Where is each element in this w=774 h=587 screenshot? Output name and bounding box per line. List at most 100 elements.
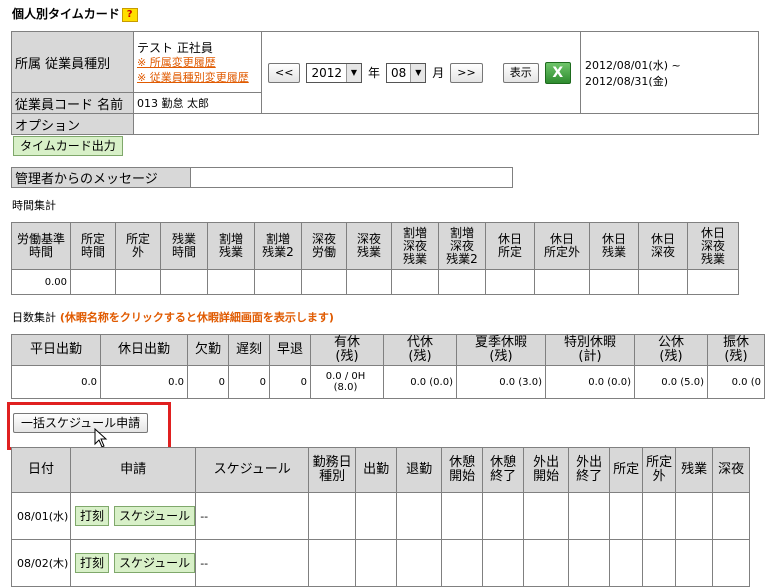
next-month-button[interactable]: >> bbox=[450, 62, 483, 83]
time-header-13: 休日 深夜 bbox=[638, 222, 688, 270]
schedule-cell bbox=[308, 492, 357, 540]
month-select[interactable]: 08 ▼ bbox=[386, 62, 427, 83]
day-value-8: 0.0 (0.0) bbox=[545, 365, 635, 399]
schedule-header-5: 退勤 bbox=[396, 447, 443, 493]
time-header-5: 割増 残業2 bbox=[254, 222, 302, 270]
type-history-link[interactable]: ※ 従業員種別変更履歴 bbox=[137, 70, 261, 85]
day-value-4: 0 bbox=[269, 365, 311, 399]
schedule-cell bbox=[396, 539, 443, 587]
schedule-header-8: 外出 開始 bbox=[523, 447, 570, 493]
schedule-cell bbox=[441, 492, 484, 540]
dept-cell: テスト 正社員 ※ 所属変更履歴 ※ 従業員種別変更履歴 bbox=[133, 31, 262, 93]
employee-header-table: 所属 従業員種別 テスト 正社員 ※ 所属変更履歴 ※ 従業員種別変更履歴 <<… bbox=[11, 31, 759, 135]
time-header-12: 休日 残業 bbox=[589, 222, 639, 270]
day-header-7[interactable]: 夏季休暇 (残) bbox=[456, 334, 546, 366]
schedule-cell bbox=[609, 492, 644, 540]
time-header-4: 割増 残業 bbox=[207, 222, 255, 270]
option-value bbox=[133, 113, 759, 135]
period-text: 2012/08/01(水) ~ 2012/08/31(金) bbox=[580, 31, 759, 114]
excel-icon[interactable]: X bbox=[544, 61, 571, 84]
schedule-cell bbox=[568, 539, 611, 587]
stamp-button[interactable]: 打刻 bbox=[75, 553, 110, 573]
month-nav: << 2012 ▼ 年 08 ▼ 月 >> 表示 X bbox=[268, 61, 571, 84]
option-label: オプション bbox=[11, 113, 134, 135]
time-value-2 bbox=[115, 269, 161, 295]
day-header-10[interactable]: 振休 (残) bbox=[707, 334, 765, 366]
day-summary-title: 日数集計 bbox=[12, 311, 56, 324]
schedule-cell bbox=[396, 492, 443, 540]
day-header-8[interactable]: 特別休暇 (計) bbox=[545, 334, 635, 366]
schedule-date: 08/01(水) bbox=[11, 492, 71, 540]
time-value-10 bbox=[485, 269, 535, 295]
time-summary-table: 労働基準 時間 所定 時間 所定 外残業 時間 割増 残業 割増 残業2 深夜 労働 深夜 … bbox=[11, 222, 739, 295]
time-value-1 bbox=[70, 269, 116, 295]
time-value-11 bbox=[534, 269, 590, 295]
time-header-11: 休日 所定外 bbox=[534, 222, 590, 270]
schedule-header-12: 残業 bbox=[675, 447, 714, 493]
day-value-2: 0 bbox=[187, 365, 229, 399]
schedule-cell bbox=[642, 539, 677, 587]
time-value-8 bbox=[391, 269, 439, 295]
time-value-12 bbox=[589, 269, 639, 295]
day-header-6[interactable]: 代休 (残) bbox=[383, 334, 457, 366]
year-select[interactable]: 2012 ▼ bbox=[306, 62, 362, 83]
time-header-7: 深夜 残業 bbox=[346, 222, 392, 270]
schedule-cell bbox=[675, 492, 714, 540]
schedule-header-9: 外出 終了 bbox=[568, 447, 611, 493]
prev-month-button[interactable]: << bbox=[268, 62, 301, 83]
time-value-14 bbox=[687, 269, 739, 295]
show-button[interactable]: 表示 bbox=[502, 62, 539, 83]
time-value-4 bbox=[207, 269, 255, 295]
schedule-header-0: 日付 bbox=[11, 447, 71, 493]
day-value-3: 0 bbox=[228, 365, 270, 399]
schedule-cell bbox=[609, 539, 644, 587]
schedule-button[interactable]: スケジュール bbox=[114, 553, 196, 573]
schedule-cell bbox=[675, 539, 714, 587]
time-header-10: 休日 所定 bbox=[485, 222, 535, 270]
schedule-header-2: スケジュール bbox=[195, 447, 310, 493]
page-title-text: 個人別タイムカード bbox=[12, 7, 120, 21]
schedule-header-1: 申請 bbox=[69, 447, 197, 493]
time-header-9: 割増 深夜 残業2 bbox=[438, 222, 486, 270]
message-value bbox=[190, 167, 513, 188]
day-summary-heading: 日数集計 (休暇名称をクリックすると休暇詳細画面を表示します) bbox=[12, 309, 334, 325]
schedule-cell bbox=[308, 539, 357, 587]
schedule-header-11: 所定 外 bbox=[642, 447, 677, 493]
schedule-cell bbox=[642, 492, 677, 540]
day-header-9[interactable]: 公休 (残) bbox=[634, 334, 708, 366]
month-value: 08 bbox=[391, 65, 407, 80]
schedule-header-4: 出勤 bbox=[355, 447, 398, 493]
day-value-9: 0.0 (5.0) bbox=[634, 365, 708, 399]
bulk-schedule-request-button[interactable]: 一括スケジュール申請 bbox=[13, 413, 149, 433]
year-value: 2012 bbox=[311, 65, 342, 80]
time-value-7 bbox=[346, 269, 392, 295]
day-value-5: 0.0 / 0H (8.0) bbox=[310, 365, 384, 399]
time-header-2: 所定 外 bbox=[115, 222, 161, 270]
help-icon[interactable]: ? bbox=[121, 8, 138, 22]
time-summary-title: 時間集計 bbox=[12, 199, 56, 212]
emp-value: 013 勤怠 太郎 bbox=[133, 92, 262, 114]
time-value-5 bbox=[254, 269, 302, 295]
schedule-request-cell: 打刻 スケジュール bbox=[69, 539, 197, 587]
dept-label: 所属 従業員種別 bbox=[11, 31, 134, 93]
day-header-2: 欠勤 bbox=[187, 334, 229, 366]
day-header-5[interactable]: 有休 (残) bbox=[310, 334, 384, 366]
time-header-3: 残業 時間 bbox=[160, 222, 208, 270]
schedule-header-6: 休憩 開始 bbox=[441, 447, 484, 493]
timecard-output-button[interactable]: タイムカード出力 bbox=[13, 136, 123, 156]
schedule-cell bbox=[441, 539, 484, 587]
day-header-3: 遅刻 bbox=[228, 334, 270, 366]
nav-cell: << 2012 ▼ 年 08 ▼ 月 >> 表示 X bbox=[261, 31, 581, 114]
time-value-3 bbox=[160, 269, 208, 295]
schedule-button[interactable]: スケジュール bbox=[114, 506, 196, 526]
schedule-table: 日付 申請 スケジュール 勤務日 種別 出勤 退勤 休憩 開始 休憩 終了 外出 開始 外出 終了… bbox=[11, 447, 751, 587]
day-value-1: 0.0 bbox=[100, 365, 188, 399]
mouse-pointer-icon bbox=[94, 428, 108, 448]
day-header-0: 平日出勤 bbox=[11, 334, 101, 366]
schedule-header-10: 所定 bbox=[609, 447, 644, 493]
stamp-button[interactable]: 打刻 bbox=[75, 506, 110, 526]
schedule-cell bbox=[482, 539, 525, 587]
dept-history-link[interactable]: ※ 所属変更履歴 bbox=[137, 55, 261, 70]
day-header-4: 早退 bbox=[269, 334, 311, 366]
time-header-0: 労働基準 時間 bbox=[11, 222, 71, 270]
